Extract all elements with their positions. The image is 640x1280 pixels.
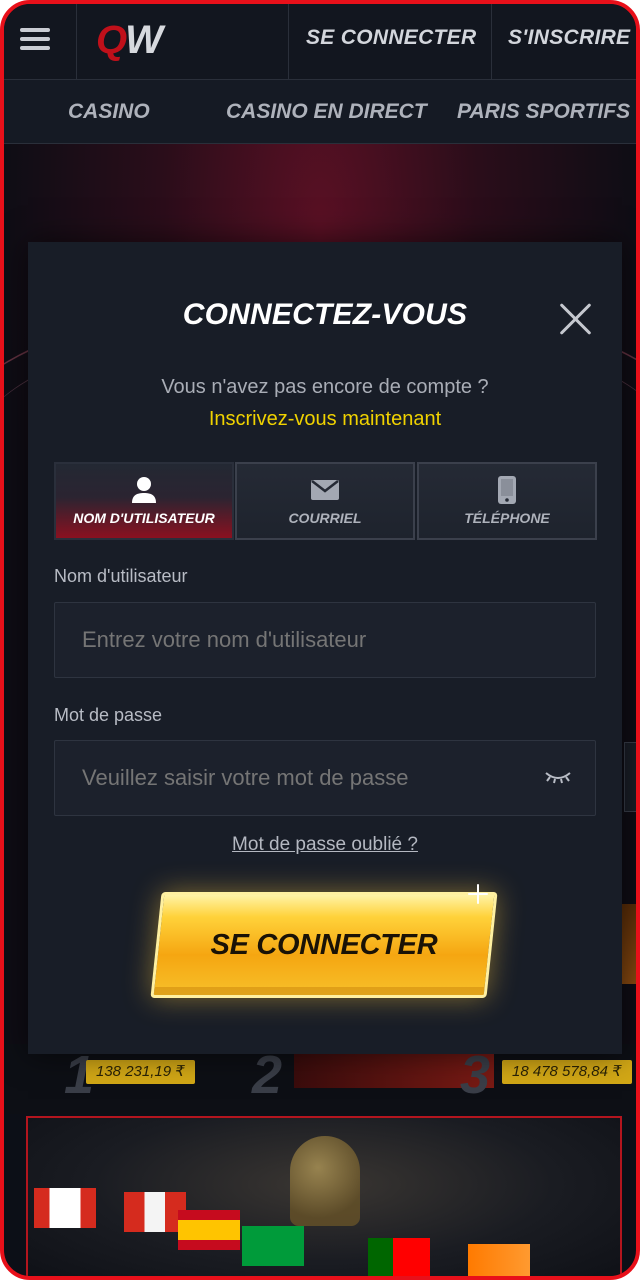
flag-icon xyxy=(468,1244,530,1276)
forgot-password-link[interactable]: Mot de passe oublié ? xyxy=(28,834,622,856)
background-image-peek xyxy=(620,904,636,984)
mail-icon xyxy=(311,480,339,500)
canada-flag-icon xyxy=(34,1188,96,1228)
phone-icon xyxy=(498,476,516,504)
login-modal: CONNECTEZ-VOUS Vous n'avez pas encore de… xyxy=(28,242,622,1054)
password-label: Mot de passe xyxy=(54,705,163,725)
username-input[interactable] xyxy=(54,602,596,678)
brazil-flag-icon xyxy=(242,1226,304,1266)
username-label: Nom d'utilisateur xyxy=(54,566,188,586)
register-now-link[interactable]: Inscrivez-vous maintenant xyxy=(28,408,622,431)
app-frame: 1 138 231,19 ₹ 2 3 18 478 578,84 ₹ QW SE… xyxy=(0,0,640,1280)
tab-label: NOM D'UTILISATEUR xyxy=(73,510,215,526)
tab-email[interactable]: COURRIEL xyxy=(235,462,415,540)
tab-label: TÉLÉPHONE xyxy=(464,510,550,526)
hamburger-menu-icon[interactable] xyxy=(20,28,50,52)
login-submit-label: SE CONNECTER xyxy=(210,929,438,961)
main-nav: CASINO CASINO EN DIRECT PARIS SPORTIFS xyxy=(4,80,636,144)
user-icon xyxy=(132,477,156,503)
login-submit-button[interactable]: SE CONNECTER xyxy=(150,892,498,998)
tab-phone[interactable]: TÉLÉPHONE xyxy=(417,462,597,540)
promo-banner[interactable] xyxy=(26,1116,622,1276)
tab-username[interactable]: NOM D'UTILISATEUR xyxy=(54,462,234,540)
trophy-icon xyxy=(290,1136,360,1226)
jackpot-ranks: 1 138 231,19 ₹ 2 3 18 478 578,84 ₹ xyxy=(4,1044,636,1114)
nav-item-live-casino[interactable]: CASINO EN DIRECT xyxy=(226,100,427,124)
modal-title: CONNECTEZ-VOUS xyxy=(182,298,468,331)
tab-label: COURRIEL xyxy=(288,510,362,526)
spain-flag-icon xyxy=(178,1210,240,1250)
background-input-peek xyxy=(624,742,636,812)
rank-prize: 138 231,19 ₹ xyxy=(86,1060,195,1084)
logo-part: W xyxy=(125,17,163,62)
nav-item-casino[interactable]: CASINO xyxy=(68,100,150,124)
logo-part: Q xyxy=(96,17,127,62)
rank-prize: 18 478 578,84 ₹ xyxy=(502,1060,632,1084)
portugal-flag-icon xyxy=(368,1238,430,1276)
site-logo[interactable]: QW xyxy=(96,17,163,62)
top-header: QW SE CONNECTER S'INSCRIRE xyxy=(4,4,636,80)
header-login-link[interactable]: SE CONNECTER xyxy=(306,26,476,50)
sparkle-icon xyxy=(468,884,488,904)
header-register-link[interactable]: S'INSCRIRE xyxy=(508,26,630,50)
nav-item-sports-betting[interactable]: PARIS SPORTIFS xyxy=(457,100,630,124)
eye-closed-icon[interactable] xyxy=(544,770,572,786)
password-input[interactable] xyxy=(54,740,596,816)
no-account-text: Vous n'avez pas encore de compte ? xyxy=(161,376,489,398)
close-icon[interactable] xyxy=(556,298,596,338)
flag-icon xyxy=(124,1192,186,1232)
